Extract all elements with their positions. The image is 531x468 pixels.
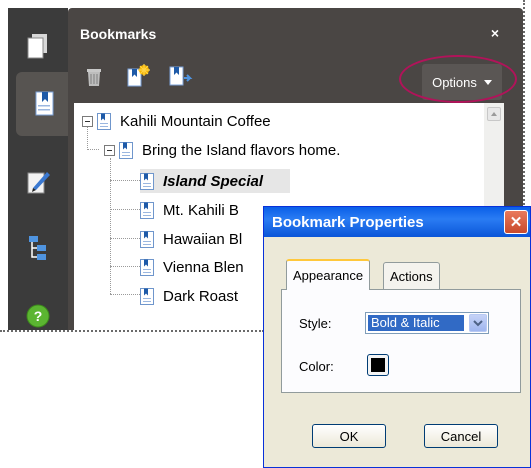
tree-connector	[110, 294, 140, 295]
tree-item-label: Mt. Kahili B	[163, 201, 239, 219]
tree-item-label: Hawaiian Bl	[163, 230, 243, 248]
bookmark-icon	[140, 287, 154, 305]
tree-connector	[87, 149, 99, 150]
tree-connector	[110, 209, 140, 210]
dialog-titlebar[interactable]: Bookmark Properties	[264, 207, 530, 237]
svg-text:?: ?	[34, 308, 43, 324]
tree-item-selected[interactable]: Island Special	[140, 169, 290, 193]
tree-connector	[110, 238, 140, 239]
collapse-icon[interactable]	[82, 115, 93, 127]
dialog-title: Bookmark Properties	[272, 213, 424, 231]
bookmark-icon	[97, 112, 111, 130]
signatures-icon[interactable]	[20, 163, 56, 199]
tree-item-label: Kahili Mountain Coffee	[120, 112, 271, 130]
tree-item-label: Dark Roast	[163, 287, 239, 305]
tree-item[interactable]: Dark Roast	[140, 284, 238, 308]
bookmark-icon	[140, 172, 154, 190]
bookmarks-icon[interactable]	[16, 72, 74, 136]
panel-title: Bookmarks	[80, 26, 157, 42]
bookmark-icon	[119, 141, 133, 159]
appearance-panel	[281, 289, 521, 393]
options-highlight-circle	[399, 55, 517, 103]
cancel-button[interactable]: Cancel	[424, 424, 498, 448]
help-icon[interactable]: ?	[20, 298, 56, 334]
tree-connector	[110, 180, 140, 181]
style-label: Style:	[299, 316, 332, 331]
tab-appearance[interactable]: Appearance	[286, 259, 371, 290]
close-icon[interactable]: ×	[491, 26, 499, 40]
chevron-down-icon[interactable]	[469, 314, 487, 332]
tree-connector	[110, 266, 140, 267]
tree-item-label: Vienna Blen	[163, 258, 244, 276]
new-bookmark-icon[interactable]	[126, 64, 150, 88]
color-picker[interactable]	[367, 354, 389, 376]
pages-icon[interactable]	[20, 28, 56, 64]
color-swatch	[371, 358, 385, 372]
model-tree-icon[interactable]	[20, 230, 56, 266]
scroll-up-arrow-icon[interactable]	[487, 107, 501, 121]
screenshot-crop-line-vertical	[523, 0, 525, 205]
tree-connector	[110, 158, 111, 294]
tree-item[interactable]: Vienna Blen	[140, 255, 244, 279]
tree-item-label: Bring the Island flavors home.	[142, 141, 341, 159]
navigation-rail: ?	[8, 8, 74, 330]
tree-item[interactable]: Bring the Island flavors home.	[104, 138, 340, 162]
color-label: Color:	[299, 359, 334, 374]
bookmark-properties-dialog: Bookmark Properties ✕ Appearance Actions…	[263, 206, 531, 468]
bookmark-icon	[140, 201, 154, 219]
close-icon[interactable]: ✕	[504, 210, 528, 234]
bookmark-icon	[140, 230, 154, 248]
collapse-icon[interactable]	[104, 144, 115, 156]
ok-button[interactable]: OK	[312, 424, 386, 448]
tree-item[interactable]: Kahili Mountain Coffee	[82, 109, 271, 133]
tab-actions[interactable]: Actions	[383, 262, 440, 289]
style-value: Bold & Italic	[368, 315, 464, 331]
bookmark-icon	[140, 258, 154, 276]
tree-item[interactable]: Hawaiian Bl	[140, 227, 242, 251]
style-select[interactable]: Bold & Italic	[365, 312, 489, 334]
tree-item-label: Island Special	[163, 172, 264, 190]
new-bookmark-from-structure-icon[interactable]	[168, 64, 193, 88]
trash-icon[interactable]	[82, 64, 106, 88]
tree-item[interactable]: Mt. Kahili B	[140, 198, 239, 222]
